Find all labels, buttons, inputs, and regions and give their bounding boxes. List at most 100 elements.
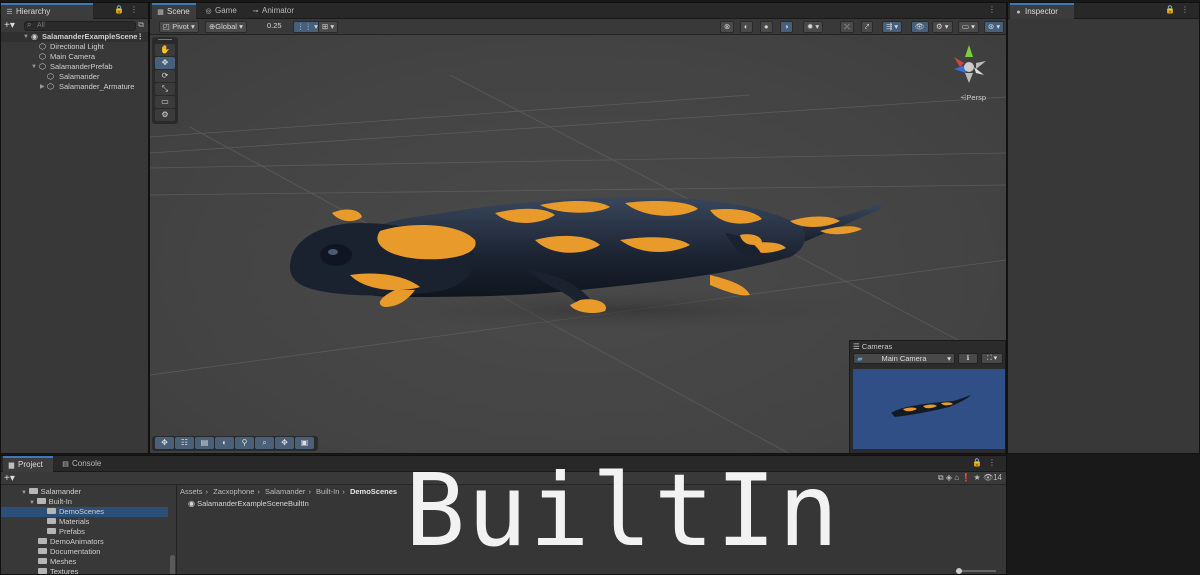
more-icon[interactable]: ⋮	[988, 458, 1002, 467]
scene-visibility-icon[interactable]: ⧉	[138, 20, 144, 30]
folder-item[interactable]: ▼ Salamander	[21, 487, 81, 497]
hierarchy-scene-row[interactable]: ▼ ◉ SalamanderExampleScene ⋮	[1, 32, 148, 42]
breadcrumb-item[interactable]: Built-In	[316, 487, 339, 496]
transform-tool-icon[interactable]: ⚙	[155, 109, 175, 121]
hierarchy-search-input[interactable]: ⌕ All	[24, 21, 136, 31]
lock-icon[interactable]: 🔒	[114, 5, 130, 14]
breadcrumb-item[interactable]: Assets	[180, 487, 203, 496]
folder-item[interactable]: ▼ Built-In	[29, 497, 72, 507]
tree-scrollbar[interactable]	[170, 555, 175, 574]
folder-item[interactable]: Materials	[47, 517, 89, 527]
folder-item[interactable]: Documentation	[38, 547, 100, 557]
collapse-arrow-icon[interactable]: ▶	[40, 82, 45, 92]
hierarchy-item[interactable]: ▶ ⬡ Salamander_Armature	[1, 82, 148, 92]
shaded-wire-button[interactable]: ◐	[740, 21, 753, 33]
transform-tools: ✋ ✥ ⟳ ⤡ ▭ ⚙	[152, 37, 178, 124]
render-mode-button[interactable]: ⊗	[720, 21, 735, 33]
rotate-tool-icon[interactable]: ⟳	[155, 70, 175, 82]
animator-icon: ⊸	[252, 8, 259, 15]
expand-arrow-icon[interactable]: ▼	[31, 62, 37, 72]
slider-knob[interactable]	[956, 568, 962, 574]
scale-tool-icon[interactable]: ⤡	[155, 83, 175, 95]
probe-overlay-icon[interactable]: ⚲	[235, 437, 254, 449]
camera-preview	[853, 369, 1005, 449]
camera-icon: ▰	[857, 354, 863, 363]
increment-snap-button[interactable]: ⊞ ▾	[318, 21, 339, 33]
tag-icon[interactable]: ⌂	[954, 473, 959, 482]
camera-fit-button[interactable]: ⛶ ▾	[981, 353, 1003, 364]
tab-scene[interactable]: ▦ Scene	[152, 3, 196, 19]
tab-project[interactable]: ▆ Project	[3, 456, 53, 472]
camera-settings-button[interactable]: ▭ ▾	[958, 21, 979, 33]
hierarchy-item[interactable]: ⬡ Salamander	[1, 72, 148, 82]
camera-select-dropdown[interactable]: ▰ Main Camera ▾	[853, 353, 955, 364]
drag-handle[interactable]	[158, 39, 172, 42]
camera-info-button[interactable]: ℹ	[958, 353, 978, 364]
folder-icon	[36, 498, 46, 505]
tab-game[interactable]: ◎ Game	[200, 3, 240, 19]
create-asset-button[interactable]: +▾	[4, 472, 15, 485]
hierarchy-item[interactable]: ⬡ Directional Light	[1, 42, 148, 52]
icon-size-slider[interactable]	[956, 568, 996, 574]
pivot-dropdown[interactable]: ◰ Pivot ▾	[159, 21, 199, 33]
expand-arrow-icon[interactable]: ▼	[23, 32, 29, 42]
more-icon[interactable]: ⋮	[130, 5, 144, 14]
folder-icon: ▆	[8, 462, 15, 469]
move-tool-icon[interactable]: ✥	[155, 57, 175, 69]
projection-label[interactable]: ⩤Persp	[960, 93, 986, 103]
lock-icon[interactable]: 🔒	[1165, 5, 1181, 14]
breadcrumb-current[interactable]: DemoScenes	[350, 487, 397, 496]
search-by-label-icon[interactable]: ◈	[946, 473, 952, 482]
breadcrumb-item[interactable]: Zacxophone	[213, 487, 254, 496]
effects-button[interactable]: ⚙ ▾	[932, 21, 953, 33]
scene-viewport[interactable]: ✋ ✥ ⟳ ⤡ ▭ ⚙ ⩤Persp ☰ Cameras ▰ Main Came…	[150, 35, 1006, 453]
lighting-toggle-button[interactable]: ⤤	[861, 21, 874, 33]
search-icon: ⌕	[27, 20, 32, 29]
info-icon: ●	[1016, 9, 1021, 16]
visibility-toggle-button[interactable]: 👁	[911, 21, 929, 33]
hierarchy-item[interactable]: ▼ ⬡ SalamanderPrefab	[1, 62, 148, 72]
audio-toggle-button[interactable]: ⇶ ▾	[882, 21, 903, 33]
navigation-overlay-icon[interactable]: ✥	[275, 437, 294, 449]
breadcrumb-item[interactable]: Salamander	[265, 487, 305, 496]
search-by-type-icon[interactable]: ⧉	[938, 473, 944, 482]
rect-tool-icon[interactable]: ▭	[155, 96, 175, 108]
folder-item[interactable]: DemoAnimators	[38, 537, 104, 547]
global-dropdown[interactable]: ⊕Global ▾	[205, 21, 247, 33]
folder-item[interactable]: Prefabs	[47, 527, 85, 537]
hidden-packages-icon[interactable]: 👁14	[983, 473, 1002, 482]
create-button[interactable]: +▾	[4, 19, 15, 32]
inspector-tabbar: ● Inspector 🔒⋮	[1008, 3, 1199, 19]
tab-console[interactable]: ▤ Console	[57, 456, 107, 472]
snap-value-field[interactable]: 0.25	[264, 21, 285, 33]
hierarchy-item[interactable]: ⬡ Main Camera	[1, 52, 148, 62]
breadcrumb-separator-icon: ›	[308, 487, 311, 496]
warning-icon[interactable]: ❗	[961, 473, 971, 482]
lighting-overlay-icon[interactable]: ◐	[215, 437, 234, 449]
more-icon[interactable]: ⋮	[1181, 5, 1195, 14]
tab-inspector[interactable]: ● Inspector	[1010, 3, 1074, 19]
folder-item[interactable]: Meshes	[38, 557, 76, 567]
favorite-star-icon[interactable]: ★	[974, 473, 981, 482]
debug-draw-button[interactable]: ✹ ▾	[803, 21, 824, 33]
shaded-button[interactable]: ●	[760, 21, 773, 33]
scene-menu-icon[interactable]: ⋮	[137, 32, 145, 42]
hand-tool-icon[interactable]: ✋	[155, 44, 175, 56]
gizmos-button[interactable]: ⊛ ▾	[984, 21, 1005, 33]
inspector-panel: ● Inspector 🔒⋮	[1007, 2, 1200, 454]
search-overlay-icon[interactable]: ⌕	[255, 437, 274, 449]
camera-overlay-icon[interactable]: ▣	[295, 437, 314, 449]
grid-overlay-icon[interactable]: ▤	[195, 437, 214, 449]
orientation-gizmo[interactable]	[946, 43, 992, 89]
2d-toggle-button[interactable]: ⤫	[840, 21, 854, 33]
move-overlay-icon[interactable]: ✥	[155, 437, 174, 449]
tile-palette-icon[interactable]: ☷	[175, 437, 194, 449]
folder-item-selected[interactable]: DemoScenes	[1, 507, 168, 517]
tab-animator[interactable]: ⊸ Animator	[247, 3, 302, 19]
lit-button[interactable]: ◑	[780, 21, 793, 33]
asset-item[interactable]: ◉ SalamanderExampleSceneBuiltIn	[188, 499, 309, 508]
folder-item[interactable]: Textures	[38, 567, 78, 574]
more-icon[interactable]: ⋮	[988, 5, 1002, 14]
lock-icon[interactable]: 🔒	[972, 458, 988, 467]
tab-hierarchy[interactable]: ☰ Hierarchy	[1, 3, 93, 19]
